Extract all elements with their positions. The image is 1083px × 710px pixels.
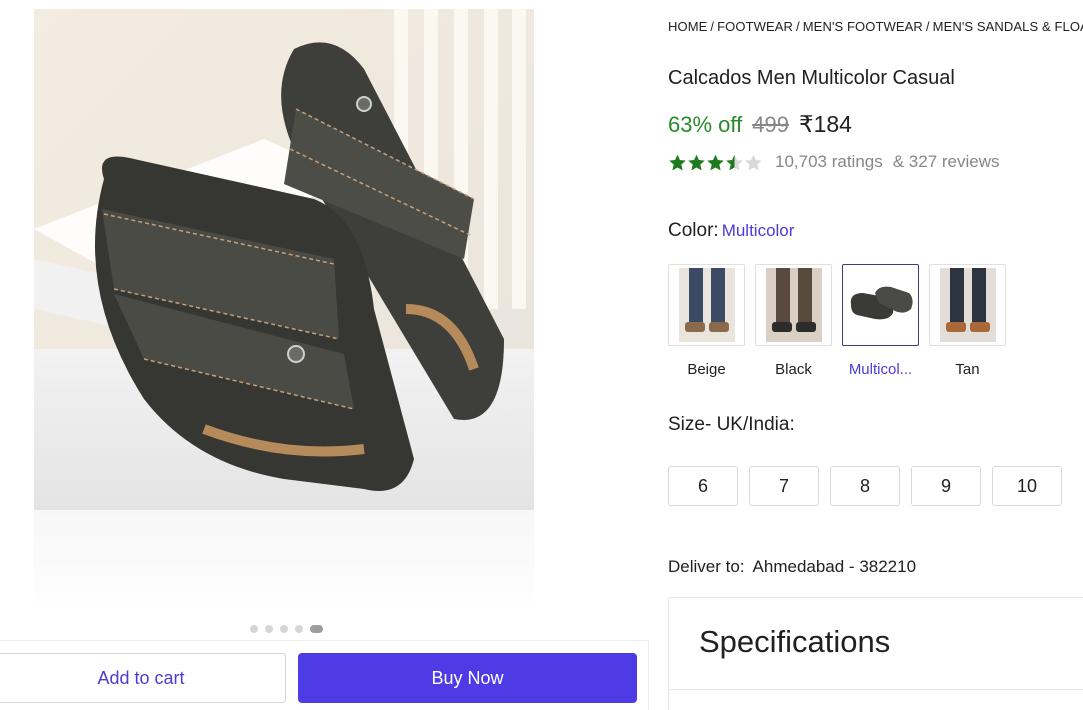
variant-black[interactable]: Black — [755, 264, 832, 378]
star-empty-icon — [745, 154, 762, 170]
color-label: Color: Multicolor — [668, 220, 794, 242]
variant-thumbnail[interactable] — [668, 264, 745, 346]
size-option-9[interactable]: 9 — [911, 466, 981, 506]
breadcrumb-home[interactable]: HOME — [668, 19, 707, 34]
rating-row[interactable]: 10,703 ratings & 327 reviews — [668, 152, 1000, 172]
carousel-dot[interactable] — [280, 625, 288, 633]
variant-thumbnail[interactable] — [755, 264, 832, 346]
action-bar: Add to cart Buy Now — [0, 640, 649, 710]
breadcrumb-separator: / — [710, 19, 715, 34]
breadcrumb-separator: / — [925, 19, 930, 34]
breadcrumb-separator: / — [796, 19, 800, 34]
variant-photo-multicolor — [844, 275, 917, 335]
specifications-card: Specifications — [668, 597, 1083, 710]
star-rating — [668, 153, 763, 172]
variant-multicolor[interactable]: Multicol... — [842, 264, 919, 378]
size-option-10[interactable]: 10 — [992, 466, 1062, 506]
size-options: 6 7 8 9 10 — [668, 466, 1062, 506]
carousel-dot[interactable] — [265, 625, 273, 633]
variant-beige[interactable]: Beige — [668, 264, 745, 378]
variant-tan[interactable]: Tan — [929, 264, 1006, 378]
carousel-dot[interactable] — [295, 625, 303, 633]
selected-color: Multicolor — [721, 221, 795, 240]
variant-name: Multicol... — [848, 361, 913, 378]
star-half-icon — [726, 154, 743, 170]
variant-thumbnail[interactable] — [929, 264, 1006, 346]
variant-name: Tan — [955, 361, 980, 378]
size-label: Size- UK/India: — [668, 414, 795, 435]
deliver-location: Ahmedabad - 382210 — [752, 557, 917, 576]
reviews-count: & 327 reviews — [892, 152, 1000, 171]
variant-photo-black — [765, 268, 822, 342]
carousel-dot[interactable] — [250, 625, 258, 633]
original-price: 499 — [752, 112, 789, 137]
variant-photo-beige — [678, 268, 735, 342]
variant-name: Black — [775, 361, 812, 378]
deliver-label: Deliver to: — [668, 557, 745, 576]
selling-price: ₹184 — [798, 111, 852, 137]
star-full-icon — [707, 154, 724, 170]
variant-photo-tan — [939, 268, 996, 342]
size-option-8[interactable]: 8 — [830, 466, 900, 506]
variant-thumbnail[interactable] — [842, 264, 919, 346]
discount-percent: 63% off — [668, 112, 743, 137]
breadcrumb: HOME / FOOTWEAR / MEN'S FOOTWEAR / MEN'S SANDA… — [668, 19, 1083, 34]
buy-now-button[interactable]: Buy Now — [298, 653, 637, 703]
size-option-7[interactable]: 7 — [749, 466, 819, 506]
star-full-icon — [669, 154, 686, 170]
product-title: Calcados Men Multicolor Casual — [668, 67, 955, 89]
carousel-dots[interactable] — [250, 625, 323, 633]
carousel-dot-active[interactable] — [310, 625, 323, 633]
sandal-photo — [34, 9, 534, 510]
divider — [669, 689, 1083, 690]
breadcrumb-mens-footwear[interactable]: MEN'S FOOTWEAR — [803, 19, 923, 34]
ratings-count: 10,703 ratings — [775, 152, 883, 171]
add-to-cart-button[interactable]: Add to cart — [0, 653, 286, 703]
color-variants: Beige Black Multicol... Tan — [668, 264, 1006, 378]
size-option-6[interactable]: 6 — [668, 466, 738, 506]
variant-name: Beige — [687, 361, 726, 378]
breadcrumb-footwear[interactable]: FOOTWEAR — [717, 19, 793, 34]
price-row: 63% off 499 ₹184 — [668, 111, 852, 138]
breadcrumb-mens-sandals[interactable]: MEN'S SANDALS & FLOATERS — [933, 19, 1083, 34]
color-label-text: Color: — [668, 220, 719, 241]
specifications-title: Specifications — [699, 624, 891, 659]
delivery-location[interactable]: Deliver to: Ahmedabad - 382210 — [668, 557, 916, 577]
star-full-icon — [688, 154, 705, 170]
image-fade — [34, 510, 534, 610]
product-image[interactable] — [34, 9, 534, 510]
